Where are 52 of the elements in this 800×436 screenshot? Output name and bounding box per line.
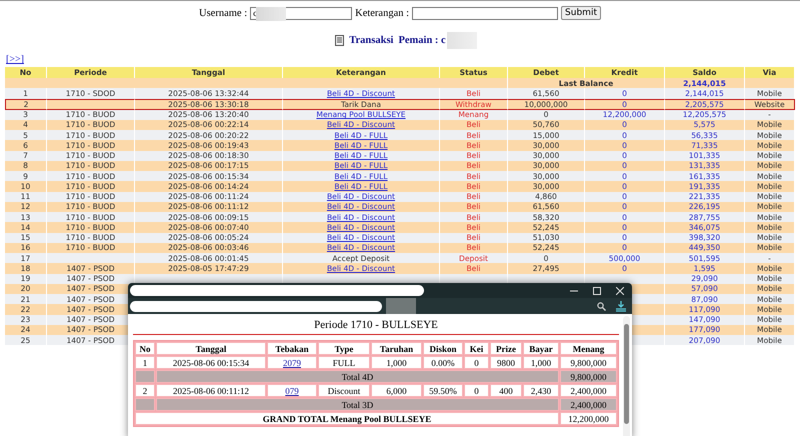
column-header: Taruhan (371, 342, 422, 355)
table-cell: 0 (464, 384, 489, 397)
table-cell: 2,430 (523, 384, 559, 397)
column-header: Type (318, 342, 370, 355)
table-cell: 2025-08-06 00:15:34 (156, 356, 266, 369)
table-cell: 9,800,000 (560, 356, 617, 369)
table-cell: 400 (490, 384, 522, 397)
table-cell: 2,400,000 (560, 384, 617, 397)
submit-button[interactable]: Submit (561, 6, 601, 20)
document-icon (335, 35, 344, 46)
column-header: Kei (464, 342, 489, 355)
table-cell: 12,200,000 (560, 412, 617, 425)
blurred-text (446, 32, 477, 49)
table-cell: 0.00% (423, 356, 463, 369)
download-icon[interactable] (616, 300, 626, 312)
subtotal-label: Total 3D (156, 398, 559, 411)
table-cell: 2,400,000 (560, 398, 617, 411)
table-cell: 2 (135, 384, 155, 397)
table-cell: FULL (318, 356, 370, 369)
zoom-icon[interactable] (597, 302, 606, 310)
player-label: Pemain : c (398, 35, 446, 46)
page-title: Transaksi (349, 35, 394, 46)
table-cell: 1,000 (523, 356, 559, 369)
table-cell: 9800 (490, 356, 522, 369)
column-header: Bayar (523, 342, 559, 355)
next-page-link[interactable]: [>>] (6, 54, 24, 65)
close-icon[interactable] (616, 286, 624, 294)
table-cell: 9,800,000 (560, 370, 617, 383)
column-header: Menang (560, 342, 617, 355)
address-bar[interactable] (130, 300, 382, 312)
column-header: Prize (490, 342, 522, 355)
table-cell: 2025-08-06 00:11:12 (156, 384, 266, 397)
table-cell: 6,000 (371, 384, 422, 397)
popup-title: Periode 1710 - BULLSEYE (313, 318, 439, 332)
table-cell: 1 (135, 356, 155, 369)
blurred-text (256, 6, 286, 20)
username-label: Username : (199, 8, 248, 18)
table-cell: 0 (464, 356, 489, 369)
blurred-text (386, 298, 416, 314)
grand-total-label: GRAND TOTAL Menang Pool BULLSEYE (135, 412, 559, 425)
table-cell: 1,000 (371, 356, 422, 369)
maximize-icon[interactable] (593, 286, 601, 294)
subtotal-label: Total 4D (156, 370, 559, 383)
column-header: Tanggal (156, 342, 266, 355)
table-cell: 59.50% (423, 384, 463, 397)
column-header: No (135, 342, 155, 355)
keterangan-field[interactable] (412, 6, 558, 20)
column-header: Diskon (423, 342, 463, 355)
scrollbar[interactable] (623, 316, 630, 436)
table-cell: Discount (318, 384, 370, 397)
keterangan-label: Keterangan : (355, 8, 410, 18)
column-header: Tebakan (267, 342, 317, 355)
